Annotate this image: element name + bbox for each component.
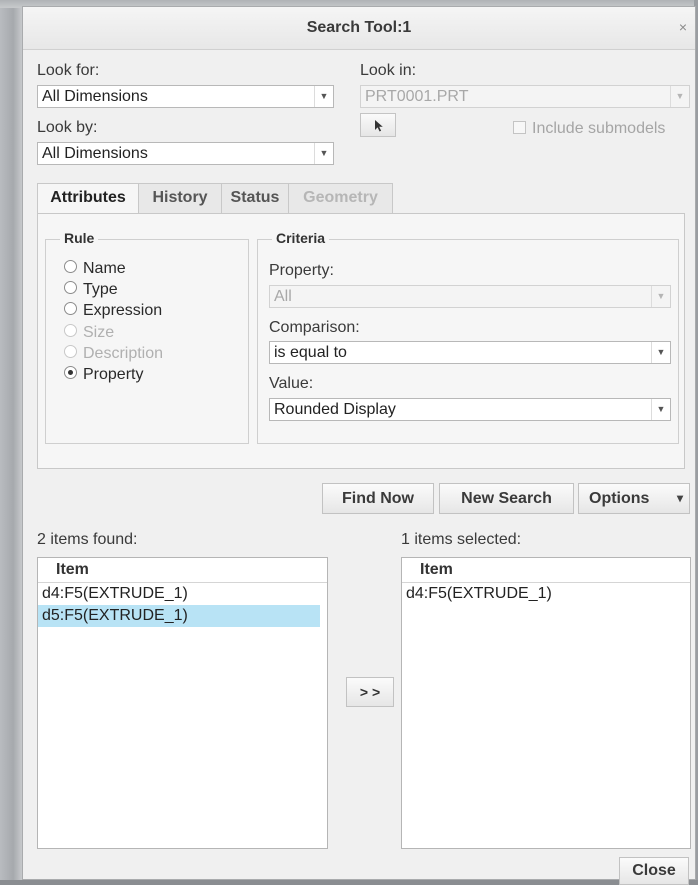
look-for-label: Look for: (37, 62, 100, 79)
look-by-value: All Dimensions (42, 145, 148, 162)
pick-model-button[interactable] (360, 113, 396, 137)
checkbox-box (513, 121, 526, 134)
radio-button (64, 345, 77, 358)
include-submodels-checkbox: Include submodels (513, 120, 665, 138)
rule-option-property[interactable]: Property (64, 366, 143, 384)
rule-group: Rule Name Type Expression Size Descripti… (45, 230, 249, 444)
chevron-down-icon: ▼ (651, 286, 670, 307)
criteria-legend: Criteria (272, 230, 330, 246)
items-found-label: 2 items found: (37, 531, 138, 548)
property-dropdown: All ▼ (269, 285, 671, 308)
rule-option-description: Description (64, 345, 163, 363)
selected-list-item[interactable]: d4:F5(EXTRUDE_1) (402, 583, 690, 605)
rule-option-name[interactable]: Name (64, 260, 126, 278)
look-by-label: Look by: (37, 119, 98, 136)
value-dropdown[interactable]: Rounded Display ▼ (269, 398, 671, 421)
rule-option-label: Size (83, 324, 115, 341)
look-in-value: PRT0001.PRT (365, 88, 469, 105)
tab-history[interactable]: History (138, 183, 222, 214)
chevron-down-icon: ▼ (651, 342, 670, 363)
select-arrow-icon (375, 120, 383, 132)
look-for-dropdown[interactable]: All Dimensions ▼ (37, 85, 334, 108)
close-icon[interactable]: × (679, 19, 687, 35)
attributes-panel: Rule Name Type Expression Size Descripti… (37, 213, 685, 469)
close-button[interactable]: Close (619, 857, 689, 885)
found-items-list[interactable]: Item d4:F5(EXTRUDE_1) d5:F5(EXTRUDE_1) (37, 557, 328, 849)
selected-column-header[interactable]: Item (402, 558, 690, 583)
options-button[interactable]: Options ▾ (578, 483, 690, 514)
comparison-label: Comparison: (269, 319, 360, 336)
comparison-dropdown[interactable]: is equal to ▼ (269, 341, 671, 364)
chevron-down-icon: ▼ (314, 86, 333, 107)
chevron-down-icon: ▾ (676, 491, 683, 505)
look-for-value: All Dimensions (42, 88, 148, 105)
tab-attributes[interactable]: Attributes (37, 183, 139, 216)
rule-option-label: Expression (83, 302, 163, 319)
background-left-strip (0, 0, 22, 880)
rule-option-label: Name (83, 260, 126, 277)
found-list-item-highlighted[interactable]: d5:F5(EXTRUDE_1) (38, 605, 320, 627)
found-list-item[interactable]: d4:F5(EXTRUDE_1) (38, 583, 327, 605)
add-to-selection-button[interactable]: > > (346, 677, 394, 707)
tab-status[interactable]: Status (221, 183, 289, 214)
rule-legend: Rule (60, 230, 99, 246)
rule-option-size: Size (64, 324, 114, 342)
chevron-down-icon: ▼ (651, 399, 670, 420)
chevron-down-icon: ▼ (670, 86, 689, 107)
title-bar[interactable]: Search Tool:1 × (23, 7, 695, 50)
radio-button[interactable] (64, 260, 77, 273)
property-label: Property: (269, 262, 334, 279)
radio-button[interactable] (64, 281, 77, 294)
rule-option-expression[interactable]: Expression (64, 302, 162, 320)
rule-option-label: Description (83, 345, 164, 362)
options-label: Options (589, 490, 650, 507)
found-column-header[interactable]: Item (38, 558, 327, 583)
radio-button-selected[interactable] (64, 366, 77, 379)
radio-button (64, 324, 77, 337)
include-submodels-label: Include submodels (532, 120, 666, 137)
comparison-value: is equal to (274, 344, 347, 361)
items-selected-label: 1 items selected: (401, 531, 522, 548)
chevron-down-icon: ▼ (314, 143, 333, 164)
value-label: Value: (269, 375, 314, 392)
value-value: Rounded Display (274, 401, 396, 418)
look-in-dropdown: PRT0001.PRT ▼ (360, 85, 690, 108)
tab-geometry: Geometry (288, 183, 393, 214)
dialog-title: Search Tool:1 (306, 19, 412, 36)
rule-option-label: Type (83, 281, 118, 298)
rule-option-label: Property (83, 366, 144, 383)
selected-items-list[interactable]: Item d4:F5(EXTRUDE_1) (401, 557, 691, 849)
property-value: All (274, 288, 292, 305)
new-search-button[interactable]: New Search (439, 483, 574, 514)
find-now-button[interactable]: Find Now (322, 483, 434, 514)
radio-button[interactable] (64, 302, 77, 315)
look-by-dropdown[interactable]: All Dimensions ▼ (37, 142, 334, 165)
search-tool-dialog: Search Tool:1 × Look for: All Dimensions… (22, 6, 696, 885)
rule-option-type[interactable]: Type (64, 281, 118, 299)
criteria-group: Criteria Property: All ▼ Comparison: is … (257, 230, 679, 444)
look-in-label: Look in: (360, 62, 417, 79)
